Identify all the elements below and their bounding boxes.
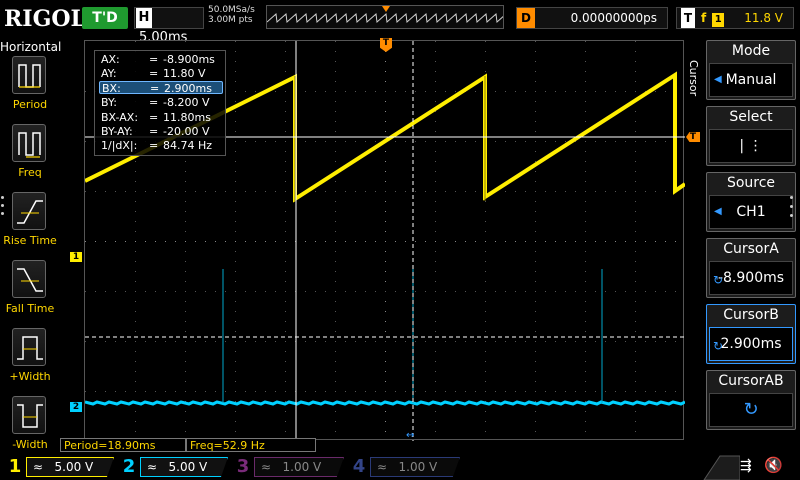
cursor-a-value: ↻ -8.900ms xyxy=(709,261,793,295)
delay-value: 0.00000000ps xyxy=(570,11,657,25)
falling-edge-icon: f xyxy=(701,11,707,25)
fall-time-icon xyxy=(12,260,46,298)
ch2-offset-marker[interactable]: 2 xyxy=(70,402,82,412)
trigger-level: 11.8 V xyxy=(744,11,783,25)
measure-positive-width-label: +Width xyxy=(9,370,51,383)
select-title: Select xyxy=(729,109,773,125)
cursor-b-position-marker[interactable]: ↔ xyxy=(406,430,414,441)
cursor-ab-menu-item[interactable]: CursorAB ↻ xyxy=(706,370,796,430)
readout-row-bx: BX: = 2.900ms xyxy=(99,81,223,95)
channel-3-button[interactable]: 3 ≈ 1.00 V xyxy=(232,455,344,479)
measure-freq-label: Freq xyxy=(18,166,42,179)
source-value: ◀ CH1 xyxy=(709,195,793,229)
frequency-icon xyxy=(12,124,46,162)
usb-icon: ⇶ xyxy=(740,458,752,474)
channel-4-scale: ≈ 1.00 V xyxy=(370,457,460,477)
trigger-display[interactable]: Tf 1 11.8 V xyxy=(676,7,794,29)
timebase-label: H xyxy=(136,8,152,28)
memory-depth: 3.00M pts xyxy=(208,15,253,25)
cursor-b-value: ↻ 2.900ms xyxy=(709,327,793,361)
channel-bar: 1 ≈ 5.00 V 2 ≈ 5.00 V 3 ≈ 1.00 V 4 ≈ 1.0… xyxy=(0,452,800,480)
measure-negative-width-label: -Width xyxy=(12,438,48,451)
channel-3-number: 3 xyxy=(236,456,250,477)
measurement-sidebar: Horizontal Period Freq Rise Time Fall Ti… xyxy=(0,38,62,451)
rotary-knob-icon: ↻ xyxy=(713,339,724,353)
memory-overview-waveform xyxy=(267,6,503,24)
delay-display[interactable]: D 0.00000000ps xyxy=(516,7,668,29)
sidebar-page-dots[interactable] xyxy=(1,196,7,226)
measure-rise-time-label: Rise Time xyxy=(3,234,57,247)
measure-fall-time-label: Fall Time xyxy=(5,302,55,315)
channel-2-number: 2 xyxy=(122,456,136,477)
brand-logo: RIGOL xyxy=(4,6,86,32)
cursor-b-menu-item[interactable]: CursorB ↻ 2.900ms xyxy=(706,304,796,364)
positive-width-icon xyxy=(12,328,46,366)
cursor-menu: Mode ◀ Manual Select | ⋮ Source ◀ CH1 Curs… xyxy=(702,38,800,450)
channel-1-number: 1 xyxy=(8,456,22,477)
menu-title-cursor: Cursor xyxy=(687,60,700,97)
select-menu-item[interactable]: Select | ⋮ xyxy=(706,106,796,166)
mode-value: ◀ Manual xyxy=(709,63,793,97)
acquisition-info: 50.0MSa/s 3.00M pts xyxy=(208,5,255,25)
measure-rise-time-button[interactable]: Rise Time xyxy=(0,192,60,258)
cursor-readout-panel: AX: = -8.900ms AY: = 11.80 V BX: = 2.900ms BY:… xyxy=(94,50,226,156)
source-title: Source xyxy=(726,175,776,191)
cursor-ab-value: ↻ xyxy=(709,393,793,427)
mode-menu-item[interactable]: Mode ◀ Manual xyxy=(706,40,796,100)
cursor-b-title: CursorB xyxy=(723,307,779,323)
freq-measurement[interactable]: Freq=52.9 Hz xyxy=(186,438,316,452)
source-menu-item[interactable]: Source ◀ CH1 xyxy=(706,172,796,232)
cursor-ab-title: CursorAB xyxy=(718,373,784,389)
channel-3-scale: ≈ 1.00 V xyxy=(254,457,344,477)
left-arrow-icon: ◀ xyxy=(714,74,722,85)
negative-width-icon xyxy=(12,396,46,434)
readout-row-by: BY: = -8.200 V xyxy=(101,96,210,109)
readout-row-inv-dx: 1/|dX|: = 84.74 Hz xyxy=(101,139,213,152)
measure-freq-button[interactable]: Freq xyxy=(0,124,60,190)
run-state-badge[interactable]: T'D xyxy=(82,7,128,29)
measure-period-button[interactable]: Period xyxy=(0,56,60,122)
trigger-level-marker[interactable]: T xyxy=(686,132,700,142)
trigger-label: T xyxy=(681,8,695,28)
period-measurement[interactable]: Period=18.90ms xyxy=(60,438,186,452)
corner-tab-shape xyxy=(703,455,740,480)
measure-period-label: Period xyxy=(12,98,48,111)
memory-overview-strip xyxy=(266,5,504,29)
timebase-display[interactable]: H5.00ms xyxy=(134,7,204,45)
mode-title: Mode xyxy=(731,43,771,59)
cursor-a-title: CursorA xyxy=(723,241,779,257)
delay-label: D xyxy=(517,8,535,28)
sample-rate: 50.0MSa/s xyxy=(208,5,255,15)
channel-1-scale: ≈ 5.00 V xyxy=(26,457,114,477)
rotary-knob-icon: ↻ xyxy=(743,399,759,420)
measure-positive-width-button[interactable]: +Width xyxy=(0,328,60,394)
select-value: | ⋮ xyxy=(709,129,793,163)
menu-page-dots[interactable] xyxy=(790,196,796,232)
sidebar-title: Horizontal xyxy=(0,40,62,54)
channel-2-button[interactable]: 2 ≈ 5.00 V xyxy=(118,455,228,479)
ch2-trace xyxy=(85,269,685,406)
readout-row-ax: AX: = -8.900ms xyxy=(101,53,215,66)
left-arrow-icon: ◀ xyxy=(714,206,722,217)
channel-2-scale: ≈ 5.00 V xyxy=(140,457,228,477)
period-icon xyxy=(12,56,46,94)
readout-row-ay: AY: = 11.80 V xyxy=(101,67,206,80)
cursor-a-menu-item[interactable]: CursorA ↻ -8.900ms xyxy=(706,238,796,298)
readout-row-bx-ax: BX-AX: = 11.80ms xyxy=(101,111,211,124)
rotary-knob-icon: ↻ xyxy=(713,273,724,287)
measure-fall-time-button[interactable]: Fall Time xyxy=(0,260,60,326)
channel-1-button[interactable]: 1 ≈ 5.00 V xyxy=(4,455,114,479)
channel-4-button[interactable]: 4 ≈ 1.00 V xyxy=(348,455,460,479)
speaker-muted-icon[interactable]: 🔇 xyxy=(764,456,783,474)
rise-time-icon xyxy=(12,192,46,230)
channel-4-number: 4 xyxy=(352,456,366,477)
ch1-offset-marker[interactable]: 1 xyxy=(70,252,82,262)
trigger-source: 1 xyxy=(712,13,725,27)
readout-row-by-ay: BY-AY: = -20.00 V xyxy=(101,125,210,138)
top-status-bar: RIGOL T'D H5.00ms 50.0MSa/s 3.00M pts D 0… xyxy=(0,0,800,45)
